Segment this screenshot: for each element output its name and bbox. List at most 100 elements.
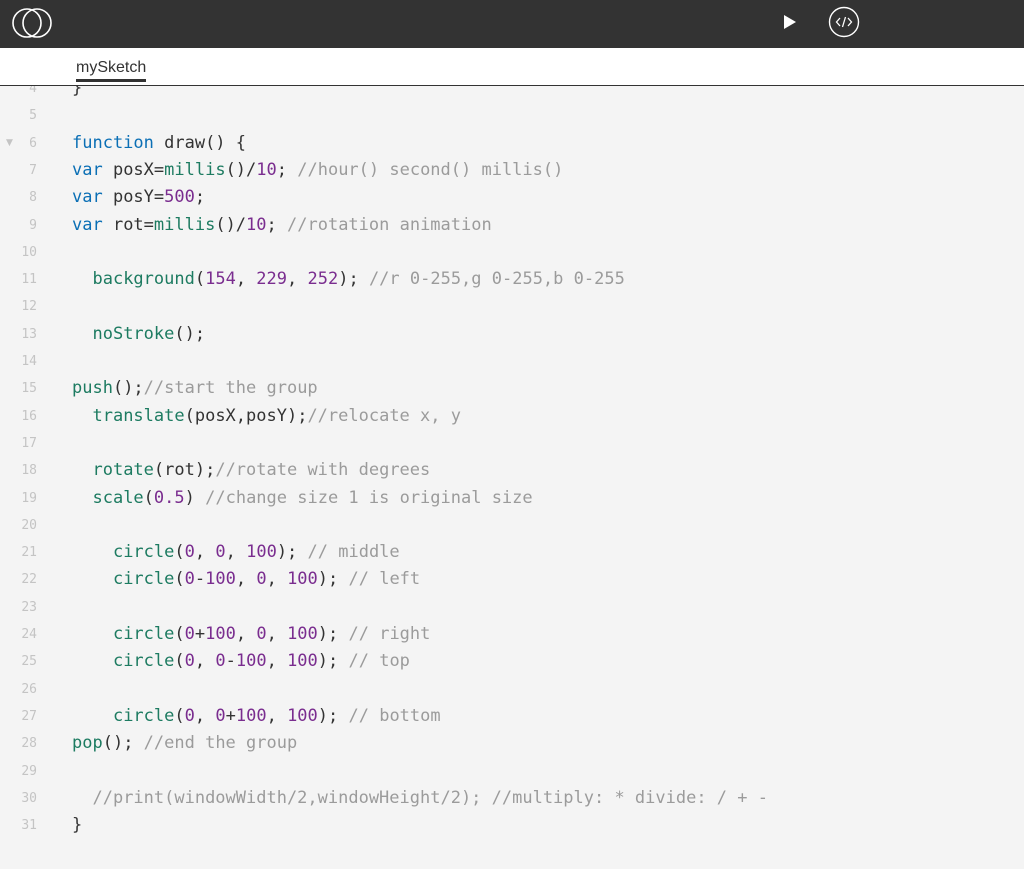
code-line[interactable]: 6 ▼ function draw() { [0, 130, 1024, 157]
code-token: 0 [256, 569, 267, 590]
code-token: 252 [307, 269, 339, 290]
code-embed-icon[interactable] [828, 6, 860, 38]
code-token: scale [92, 487, 144, 508]
openprocessing-logo-icon[interactable] [11, 5, 53, 41]
code-line[interactable]: 27 circle(0, 0+100, 100); // bottom [0, 703, 1024, 730]
code-token: 10 [256, 159, 277, 180]
code-line[interactable]: 25 circle(0, 0-100, 100); // top [0, 648, 1024, 675]
code-token: background [92, 269, 195, 290]
line-number: 15 [21, 381, 37, 397]
code-token: + [225, 705, 236, 726]
code-token: , [235, 269, 257, 290]
code-editor[interactable]: 4} 5 6 ▼ function draw() {7 var posX=millis()… [0, 86, 1024, 869]
code-token: 100 [235, 651, 267, 672]
code-token: 0 [184, 569, 195, 590]
code-line[interactable]: 5 [0, 102, 1024, 129]
code-token: var [72, 187, 103, 208]
line-number: 13 [21, 326, 37, 342]
line-number: 14 [21, 354, 37, 369]
code-line[interactable]: 30 //print(windowWidth/2,windowHeight/2)… [0, 785, 1024, 812]
code-token: , [194, 705, 216, 726]
line-number: 12 [21, 299, 37, 315]
code-token: 154 [205, 269, 236, 290]
code-line[interactable]: 21 circle(0, 0, 100); // middle [0, 539, 1024, 566]
code-token: circle [112, 569, 175, 590]
code-text: //print(windowWidth/2,windowHeight/2); /… [72, 785, 768, 812]
code-token: 0 [256, 624, 267, 644]
code-token: //rotate with degrees [215, 460, 431, 481]
code-line[interactable]: 14 [0, 348, 1024, 375]
code-line[interactable]: 17 [0, 430, 1024, 457]
code-text: translate(posX,posY);//relocate x, y [72, 403, 460, 430]
code-token: translate [92, 405, 185, 426]
code-line[interactable]: 18 rotate(rot);//rotate with degrees [0, 457, 1024, 484]
code-line[interactable]: 4} [0, 86, 1024, 102]
code-token: var [72, 214, 103, 235]
code-line[interactable]: 26 [0, 676, 1024, 703]
code-token: 0 [184, 651, 195, 672]
code-token: ); [317, 705, 349, 726]
code-line[interactable]: 8 var posY=500; [0, 184, 1024, 211]
code-token: , [287, 269, 308, 290]
line-number: 22 [21, 572, 37, 588]
code-token: //end the group [143, 733, 298, 754]
line-number: 11 [21, 272, 37, 288]
code-token: ( [174, 705, 185, 726]
line-number: 17 [21, 435, 37, 451]
code-token: //print(windowWidth/2,windowHeight/2); /… [92, 787, 768, 808]
code-line[interactable]: 29 [0, 758, 1024, 785]
code-token: 500 [164, 187, 195, 208]
code-line[interactable]: 12 [0, 293, 1024, 320]
code-token: function [72, 132, 154, 153]
code-token: , [266, 569, 288, 590]
code-text: push();//start the group [72, 375, 318, 402]
line-number: 29 [21, 763, 37, 779]
code-line[interactable]: 10 [0, 239, 1024, 266]
code-token: posY= [102, 187, 165, 208]
code-line[interactable]: 13 noStroke(); [0, 321, 1024, 348]
code-token: // middle [307, 542, 400, 563]
code-token: ); [276, 542, 308, 563]
code-token: ( [194, 269, 206, 290]
code-line[interactable]: 15 push();//start the group [0, 375, 1024, 402]
code-text: noStroke(); [72, 321, 205, 348]
tab-mysketch[interactable]: mySketch [76, 58, 147, 82]
code-line[interactable]: 11 background(154, 229, 252); //r 0-255,… [0, 266, 1024, 293]
code-line[interactable]: 7 var posX=millis()/10; //hour() second()… [0, 157, 1024, 184]
code-token: - [225, 651, 236, 672]
code-line[interactable]: 22 circle(0-100, 0, 100); // left [0, 566, 1024, 593]
code-token: millis [164, 159, 226, 180]
code-line[interactable]: 23 [0, 594, 1024, 621]
code-line[interactable]: 9 var rot=millis()/10; //rotation animati… [0, 212, 1024, 239]
code-token: 10 [246, 214, 267, 235]
code-token: millis [153, 214, 216, 235]
code-text: circle(0-100, 0, 100); // left [72, 566, 420, 593]
code-text: circle(0, 0-100, 100); // top [72, 648, 410, 675]
fold-arrow-icon[interactable]: ▼ [6, 130, 13, 157]
play-icon[interactable] [778, 10, 804, 34]
code-token: circle [112, 624, 175, 644]
code-token: } [72, 815, 83, 836]
code-line[interactable]: 16 translate(posX,posY);//relocate x, y [0, 403, 1024, 430]
code-line[interactable]: 24 circle(0+100, 0, 100); // right [0, 621, 1024, 648]
code-line[interactable]: 19 scale(0.5) //change size 1 is origina… [0, 485, 1024, 512]
code-token: (posX,posY); [184, 405, 308, 426]
code-token: (rot); [153, 460, 216, 481]
code-text: circle(0+100, 0, 100); // right [72, 621, 430, 648]
code-token: ); [317, 651, 349, 672]
code-line[interactable]: 20 [0, 512, 1024, 539]
code-token: //r 0-255,g 0-255,b 0-255 [368, 269, 625, 290]
code-line[interactable]: 31} [0, 812, 1024, 839]
code-token: , [235, 624, 257, 644]
code-token: } [72, 86, 83, 98]
code-token: 100 [235, 705, 267, 726]
line-number: 10 [21, 244, 37, 260]
code-token: 100 [287, 651, 318, 672]
code-token: circle [112, 542, 175, 563]
code-line[interactable]: 28 pop(); //end the group [0, 730, 1024, 757]
